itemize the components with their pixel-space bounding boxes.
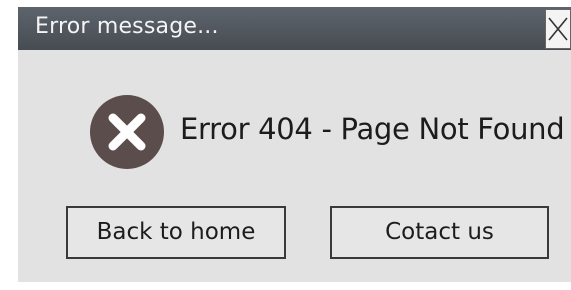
error-message: Error 404 - Page Not Found <box>180 112 565 146</box>
error-x-icon <box>90 95 164 169</box>
title-bar[interactable]: Error message... <box>18 7 571 50</box>
error-dialog: Error message... Error 404 - Page Not Fo… <box>18 7 571 282</box>
close-icon <box>548 17 568 41</box>
contact-us-button[interactable]: Cotact us <box>330 206 549 259</box>
window-title: Error message... <box>35 14 219 39</box>
back-to-home-button[interactable]: Back to home <box>66 206 286 259</box>
close-button[interactable] <box>545 9 571 49</box>
